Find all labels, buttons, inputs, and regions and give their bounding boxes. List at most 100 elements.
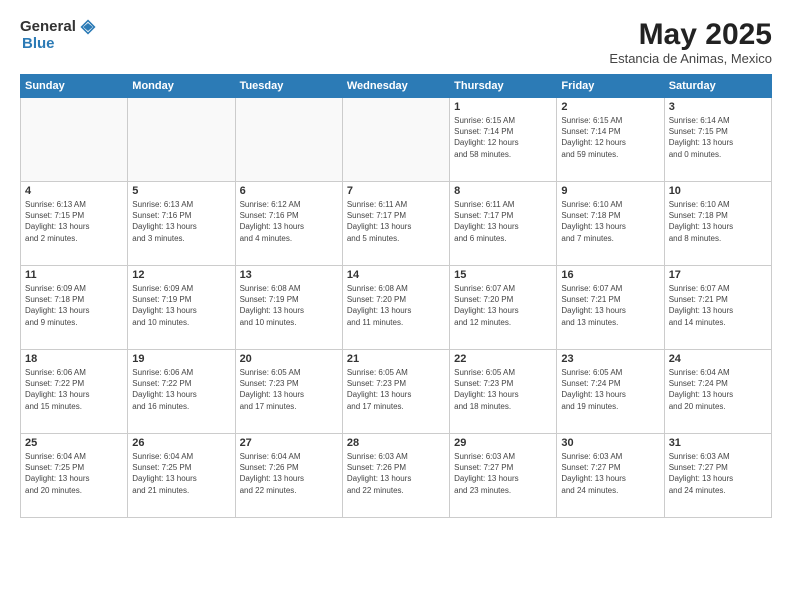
day-info: Sunrise: 6:13 AM Sunset: 7:16 PM Dayligh… xyxy=(132,199,230,244)
day-header-tuesday: Tuesday xyxy=(235,75,342,98)
day-info: Sunrise: 6:08 AM Sunset: 7:20 PM Dayligh… xyxy=(347,283,445,328)
title-block: May 2025 Estancia de Animas, Mexico xyxy=(609,18,772,66)
day-number: 11 xyxy=(25,269,123,281)
day-number: 9 xyxy=(561,185,659,197)
logo-blue: Blue xyxy=(22,35,55,52)
month-title: May 2025 xyxy=(609,18,772,51)
day-number: 23 xyxy=(561,353,659,365)
calendar-cell: 22Sunrise: 6:05 AM Sunset: 7:23 PM Dayli… xyxy=(450,350,557,434)
calendar-cell xyxy=(342,98,449,182)
day-number: 28 xyxy=(347,437,445,449)
header: General Blue May 2025 Estancia de Animas… xyxy=(20,18,772,66)
calendar-cell xyxy=(235,98,342,182)
calendar-cell: 6Sunrise: 6:12 AM Sunset: 7:16 PM Daylig… xyxy=(235,182,342,266)
day-info: Sunrise: 6:04 AM Sunset: 7:25 PM Dayligh… xyxy=(25,451,123,496)
day-number: 3 xyxy=(669,101,767,113)
day-number: 4 xyxy=(25,185,123,197)
day-info: Sunrise: 6:15 AM Sunset: 7:14 PM Dayligh… xyxy=(561,115,659,160)
day-info: Sunrise: 6:10 AM Sunset: 7:18 PM Dayligh… xyxy=(561,199,659,244)
day-info: Sunrise: 6:05 AM Sunset: 7:24 PM Dayligh… xyxy=(561,367,659,412)
day-info: Sunrise: 6:09 AM Sunset: 7:19 PM Dayligh… xyxy=(132,283,230,328)
day-number: 17 xyxy=(669,269,767,281)
calendar-cell: 24 Sunrise: 6:04 AM Sunset: 7:24 PM Dayli… xyxy=(664,350,771,434)
calendar-cell: 14Sunrise: 6:08 AM Sunset: 7:20 PM Dayli… xyxy=(342,266,449,350)
calendar-cell: 20Sunrise: 6:05 AM Sunset: 7:23 PM Dayli… xyxy=(235,350,342,434)
logo-icon xyxy=(80,19,96,35)
page: General Blue May 2025 Estancia de Animas… xyxy=(0,0,792,612)
calendar-cell: 30 Sunrise: 6:03 AM Sunset: 7:27 PM Dayli… xyxy=(557,434,664,518)
calendar-cell: 11 Sunrise: 6:09 AM Sunset: 7:18 PM Dayli… xyxy=(21,266,128,350)
day-number: 30 xyxy=(561,437,659,449)
day-info: Sunrise: 6:04 AM Sunset: 7:26 PM Dayligh… xyxy=(240,451,338,496)
calendar-week-3: 11 Sunrise: 6:09 AM Sunset: 7:18 PM Dayli… xyxy=(21,266,772,350)
calendar-cell xyxy=(128,98,235,182)
calendar-cell: 29 Sunrise: 6:03 AM Sunset: 7:27 PM Dayli… xyxy=(450,434,557,518)
calendar-cell: 27Sunrise: 6:04 AM Sunset: 7:26 PM Dayli… xyxy=(235,434,342,518)
calendar-cell: 21 Sunrise: 6:05 AM Sunset: 7:23 PM Dayli… xyxy=(342,350,449,434)
day-number: 7 xyxy=(347,185,445,197)
day-number: 24 xyxy=(669,353,767,365)
day-info: Sunrise: 6:11 AM Sunset: 7:17 PM Dayligh… xyxy=(347,199,445,244)
day-number: 13 xyxy=(240,269,338,281)
calendar-cell: 3Sunrise: 6:14 AM Sunset: 7:15 PM Daylig… xyxy=(664,98,771,182)
day-info: Sunrise: 6:07 AM Sunset: 7:21 PM Dayligh… xyxy=(561,283,659,328)
calendar-cell: 12 Sunrise: 6:09 AM Sunset: 7:19 PM Dayli… xyxy=(128,266,235,350)
day-info: Sunrise: 6:06 AM Sunset: 7:22 PM Dayligh… xyxy=(25,367,123,412)
day-number: 2 xyxy=(561,101,659,113)
day-info: Sunrise: 6:03 AM Sunset: 7:27 PM Dayligh… xyxy=(454,451,552,496)
day-number: 19 xyxy=(132,353,230,365)
day-info: Sunrise: 6:04 AM Sunset: 7:24 PM Dayligh… xyxy=(669,367,767,412)
day-info: Sunrise: 6:05 AM Sunset: 7:23 PM Dayligh… xyxy=(347,367,445,412)
day-number: 21 xyxy=(347,353,445,365)
day-number: 29 xyxy=(454,437,552,449)
day-info: Sunrise: 6:15 AM Sunset: 7:14 PM Dayligh… xyxy=(454,115,552,160)
day-header-thursday: Thursday xyxy=(450,75,557,98)
subtitle: Estancia de Animas, Mexico xyxy=(609,51,772,66)
day-number: 31 xyxy=(669,437,767,449)
day-info: Sunrise: 6:10 AM Sunset: 7:18 PM Dayligh… xyxy=(669,199,767,244)
day-header-saturday: Saturday xyxy=(664,75,771,98)
calendar-week-1: 1Sunrise: 6:15 AM Sunset: 7:14 PM Daylig… xyxy=(21,98,772,182)
day-header-monday: Monday xyxy=(128,75,235,98)
calendar-week-5: 25Sunrise: 6:04 AM Sunset: 7:25 PM Dayli… xyxy=(21,434,772,518)
calendar-cell: 25Sunrise: 6:04 AM Sunset: 7:25 PM Dayli… xyxy=(21,434,128,518)
day-info: Sunrise: 6:08 AM Sunset: 7:19 PM Dayligh… xyxy=(240,283,338,328)
day-header-wednesday: Wednesday xyxy=(342,75,449,98)
calendar-cell: 2 Sunrise: 6:15 AM Sunset: 7:14 PM Daylig… xyxy=(557,98,664,182)
calendar-cell: 5Sunrise: 6:13 AM Sunset: 7:16 PM Daylig… xyxy=(128,182,235,266)
day-info: Sunrise: 6:03 AM Sunset: 7:26 PM Dayligh… xyxy=(347,451,445,496)
calendar: SundayMondayTuesdayWednesdayThursdayFrid… xyxy=(20,74,772,518)
calendar-cell: 23 Sunrise: 6:05 AM Sunset: 7:24 PM Dayli… xyxy=(557,350,664,434)
day-info: Sunrise: 6:07 AM Sunset: 7:21 PM Dayligh… xyxy=(669,283,767,328)
day-number: 22 xyxy=(454,353,552,365)
day-number: 18 xyxy=(25,353,123,365)
calendar-cell: 10 Sunrise: 6:10 AM Sunset: 7:18 PM Dayli… xyxy=(664,182,771,266)
day-info: Sunrise: 6:07 AM Sunset: 7:20 PM Dayligh… xyxy=(454,283,552,328)
calendar-cell: 7 Sunrise: 6:11 AM Sunset: 7:17 PM Daylig… xyxy=(342,182,449,266)
day-info: Sunrise: 6:03 AM Sunset: 7:27 PM Dayligh… xyxy=(669,451,767,496)
calendar-cell: 28 Sunrise: 6:03 AM Sunset: 7:26 PM Dayli… xyxy=(342,434,449,518)
calendar-cell: 9 Sunrise: 6:10 AM Sunset: 7:18 PM Daylig… xyxy=(557,182,664,266)
day-number: 8 xyxy=(454,185,552,197)
calendar-cell xyxy=(21,98,128,182)
calendar-cell: 26Sunrise: 6:04 AM Sunset: 7:25 PM Dayli… xyxy=(128,434,235,518)
day-info: Sunrise: 6:09 AM Sunset: 7:18 PM Dayligh… xyxy=(25,283,123,328)
day-info: Sunrise: 6:13 AM Sunset: 7:15 PM Dayligh… xyxy=(25,199,123,244)
calendar-header-row: SundayMondayTuesdayWednesdayThursdayFrid… xyxy=(21,75,772,98)
calendar-cell: 16Sunrise: 6:07 AM Sunset: 7:21 PM Dayli… xyxy=(557,266,664,350)
calendar-cell: 15Sunrise: 6:07 AM Sunset: 7:20 PM Dayli… xyxy=(450,266,557,350)
calendar-cell: 4 Sunrise: 6:13 AM Sunset: 7:15 PM Daylig… xyxy=(21,182,128,266)
calendar-week-4: 18 Sunrise: 6:06 AM Sunset: 7:22 PM Dayli… xyxy=(21,350,772,434)
day-info: Sunrise: 6:11 AM Sunset: 7:17 PM Dayligh… xyxy=(454,199,552,244)
logo-general: General xyxy=(20,18,76,35)
calendar-cell: 13 Sunrise: 6:08 AM Sunset: 7:19 PM Dayli… xyxy=(235,266,342,350)
day-number: 10 xyxy=(669,185,767,197)
day-info: Sunrise: 6:03 AM Sunset: 7:27 PM Dayligh… xyxy=(561,451,659,496)
day-info: Sunrise: 6:06 AM Sunset: 7:22 PM Dayligh… xyxy=(132,367,230,412)
calendar-cell: 17 Sunrise: 6:07 AM Sunset: 7:21 PM Dayli… xyxy=(664,266,771,350)
calendar-cell: 1Sunrise: 6:15 AM Sunset: 7:14 PM Daylig… xyxy=(450,98,557,182)
calendar-cell: 31 Sunrise: 6:03 AM Sunset: 7:27 PM Dayli… xyxy=(664,434,771,518)
day-number: 20 xyxy=(240,353,338,365)
day-number: 6 xyxy=(240,185,338,197)
day-number: 12 xyxy=(132,269,230,281)
